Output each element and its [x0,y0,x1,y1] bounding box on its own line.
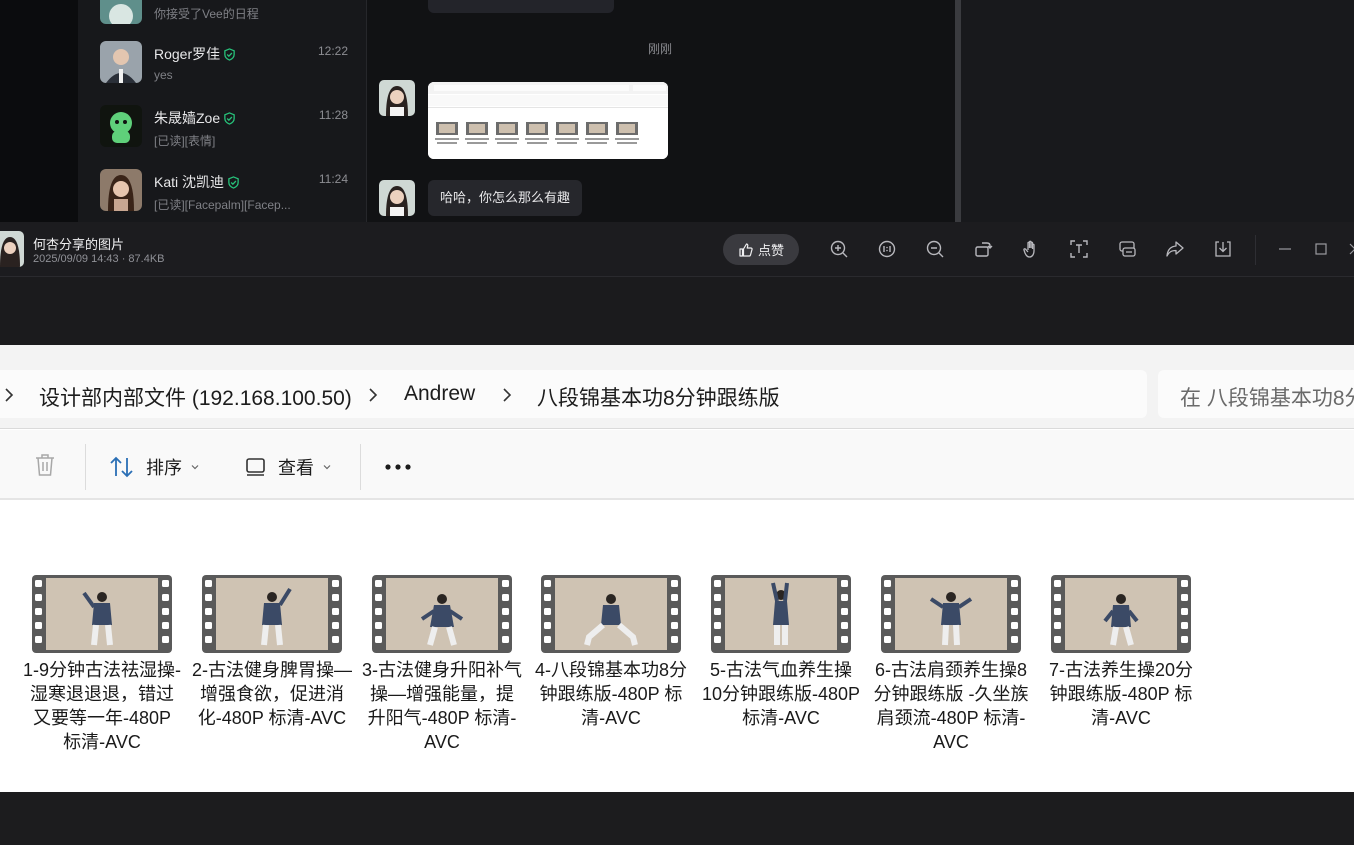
conversation-time: 11:24 [318,172,348,186]
like-label: 点赞 [757,243,784,258]
share-icon[interactable] [1165,239,1185,259]
view-button[interactable]: 查看 [244,450,332,484]
breadcrumb-item[interactable]: 八段锦基本功8分钟跟练版 [537,382,780,412]
search-input[interactable]: 在 八段锦基本功8分 [1158,370,1354,418]
verified-icon [224,112,235,125]
toolbar-divider [1255,235,1256,265]
minimize-icon[interactable] [1276,240,1294,258]
sharer-avatar [0,231,24,267]
conversation-preview: yes [154,68,173,82]
conversation-item[interactable]: Roger罗佳 12:22 yes [78,32,366,96]
file-grid: 1-9分钟古法祛湿操-湿寒退退退，错过又要等一年-480P 标清-AVC 2-古… [0,502,1354,792]
file-name: 1-9分钟古法祛湿操-湿寒退退退，错过又要等一年-480P 标清-AVC [22,660,181,752]
hand-icon[interactable] [1021,239,1041,259]
view-icon [246,458,265,476]
rotate-icon[interactable] [973,239,993,259]
search-placeholder: 在 八段锦基本功8分 [1180,387,1354,410]
thumbs-up-icon [739,242,753,257]
conversation-item[interactable]: Kati 沈凯迪 11:24 [已读][Facepalm][Facep... [78,160,366,222]
video-thumbnail [711,575,851,653]
file-name: 7-古法养生操20分钟跟练版-480P 标清-AVC [1048,660,1194,728]
close-icon[interactable] [1346,240,1354,258]
message-pane: 刚刚 哈哈，你怎么那么有趣 [368,0,955,222]
video-thumbnail [881,575,1021,653]
chevron-down-icon [191,465,199,470]
image-title: 何杏分享的图片 [33,237,125,252]
sort-button[interactable]: 排序 [108,450,200,484]
like-button[interactable]: 点赞 [723,234,799,265]
image-meta: 2025/09/09 14:43 · 87.4KB [33,253,165,265]
shared-image-explorer: 设计部内部文件 (192.168.100.50) Andrew 八段锦基本功8分… [0,345,1354,792]
zoom-in-icon[interactable] [829,239,849,259]
file-name: 2-古法健身脾胃操—增强食欲，促进消化-480P 标清-AVC [192,660,353,728]
actual-size-icon[interactable] [877,239,897,259]
video-thumbnail [372,575,512,653]
conversation-time: 11:28 [318,108,348,122]
command-divider [360,444,361,490]
chevron-right-icon [503,388,512,402]
breadcrumb-item[interactable]: 设计部内部文件 (192.168.100.50) [39,382,352,412]
conversation-name: Kati 沈凯迪 [154,172,240,192]
file-name: 6-古法肩颈养生操8分钟跟练版 -久坐族肩颈流-480P 标清-AVC [873,660,1029,752]
conversation-preview: [已读][Facepalm][Facep... [154,198,291,212]
download-icon[interactable] [1213,239,1233,259]
viewer-canvas [0,277,1354,345]
conversation-item[interactable]: 朱晟嫱Zoe 11:28 [已读][表情] [78,96,366,160]
viewer-canvas-bottom [0,792,1354,845]
file-name: 4-八段锦基本功8分钟跟练版-480P 标清-AVC [534,660,687,728]
verified-icon [224,48,235,61]
text-message[interactable]: 哈哈，你怎么那么有趣 [428,180,583,216]
breadcrumb-item[interactable]: Andrew [404,382,475,406]
command-bar: 排序 查看 [0,430,1354,500]
command-divider [85,444,86,490]
side-panel [961,0,1354,222]
verified-icon [228,176,239,189]
sender-avatar[interactable] [379,80,415,116]
conversation-name: Roger罗佳 [154,44,236,64]
video-thumbnail [541,575,681,653]
image-message[interactable] [428,82,668,159]
conversation-list[interactable]: 你接受了Vee的日程 Roger罗佳 12:22 yes 朱晟嫱Zoe 11:2… [78,0,367,222]
more-options-icon[interactable] [384,463,412,471]
delete-icon[interactable] [33,452,57,478]
sort-icon [110,456,133,478]
avatar [100,169,142,211]
file-name: 5-古法气血养生操10分钟跟练版-480P 标清-AVC [701,660,861,728]
video-thumbnail [1051,575,1191,653]
app-nav-strip [0,0,78,222]
conversation-item[interactable]: 你接受了Vee的日程 [78,0,366,32]
conversation-name: 朱晟嫱Zoe [154,108,236,128]
address-bar-row: 设计部内部文件 (192.168.100.50) Andrew 八段锦基本功8分… [0,345,1354,429]
chat-window: 你接受了Vee的日程 Roger罗佳 12:22 yes 朱晟嫱Zoe 11:2… [0,0,1354,222]
conversation-time: 12:22 [317,44,348,58]
image-viewer-toolbar: 何杏分享的图片 2025/09/09 14:43 · 87.4KB 点赞 [0,222,1354,277]
avatar [100,0,142,24]
video-thumbnail [202,575,342,653]
conversation-preview: [已读][表情] [154,134,216,148]
sort-label: 排序 [146,458,182,478]
file-name: 3-古法健身升阳补气操—增强能量，提升阳气-480P 标清-AVC [362,660,523,752]
time-divider: 刚刚 [648,42,673,56]
avatar [100,41,142,83]
conversation-preview: 你接受了Vee的日程 [154,7,259,21]
avatar [100,105,142,147]
chevron-right-icon [5,388,14,402]
chevron-right-icon [369,388,378,402]
zoom-out-icon[interactable] [925,239,945,259]
video-thumbnail [32,575,172,653]
message-bubble [428,0,614,13]
ocr-icon[interactable] [1069,239,1089,259]
view-label: 查看 [278,458,314,478]
sender-avatar[interactable] [379,180,415,216]
chevron-down-icon [323,465,331,470]
maximize-icon[interactable] [1312,240,1330,258]
translate-icon[interactable] [1117,239,1137,259]
